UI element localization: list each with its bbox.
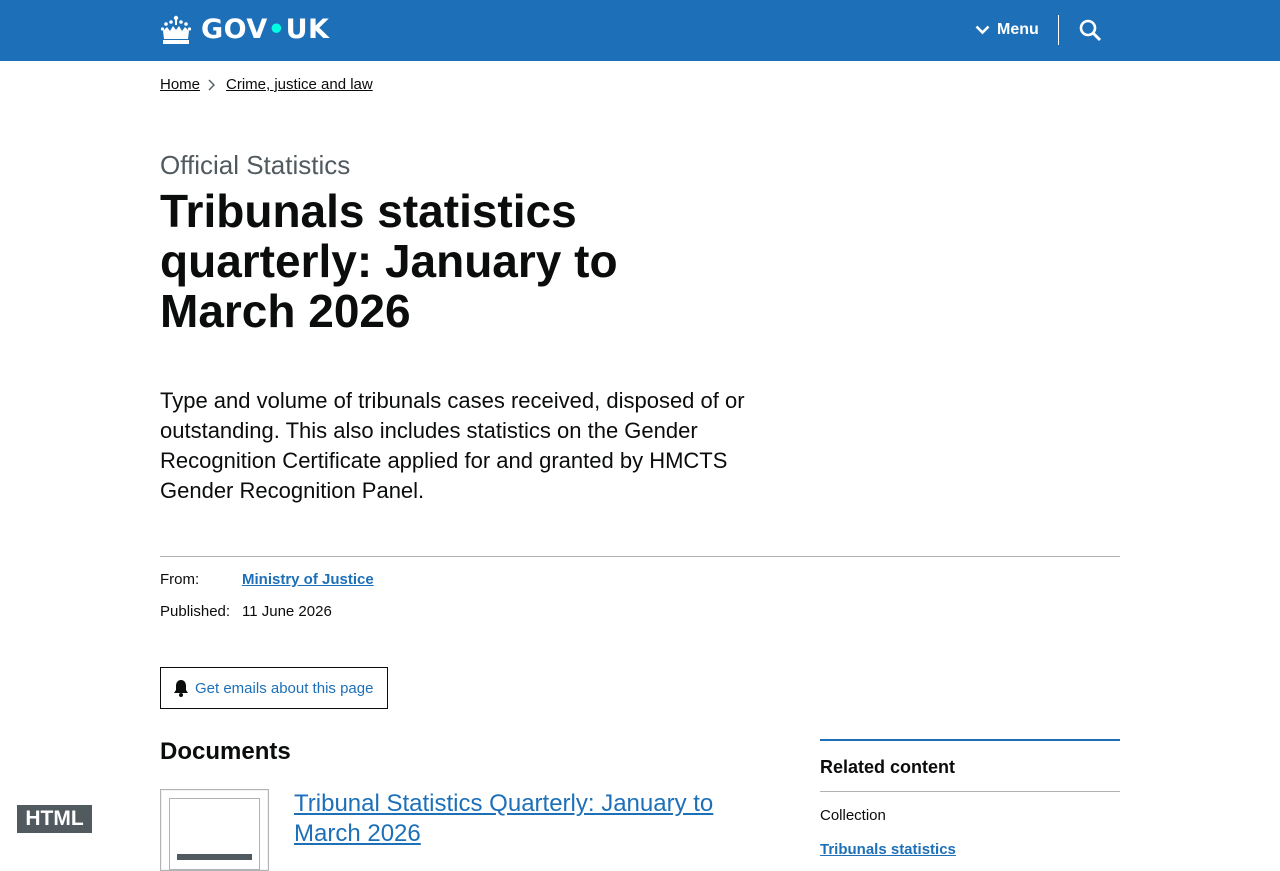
from-organisation-link[interactable]: Ministry of Justice <box>242 571 374 603</box>
chevron-right-icon <box>208 79 216 90</box>
chevron-down-icon <box>975 25 990 35</box>
breadcrumb-crime-justice-law[interactable]: Crime, justice and law <box>226 76 373 93</box>
logo-text-right: UK <box>285 14 330 45</box>
logo-dot: • <box>267 14 286 45</box>
govuk-wordmark: GOV•UK <box>201 12 329 48</box>
breadcrumb: Home Crime, justice and law <box>160 76 373 93</box>
menu-button[interactable]: Menu <box>975 15 1039 45</box>
get-emails-label: Get emails about this page <box>195 679 374 697</box>
related-divider <box>820 791 1120 792</box>
thumbnail-html-label: HTML <box>17 805 92 833</box>
document-link[interactable]: Tribunal Statistics Quarterly: January t… <box>294 789 774 849</box>
thumbnail-line <box>177 854 252 860</box>
page-caption: Official Statistics <box>160 150 351 180</box>
search-icon[interactable] <box>1078 18 1102 42</box>
related-tribunals-statistics-link[interactable]: Tribunals statistics <box>820 841 956 858</box>
menu-label: Menu <box>997 21 1039 38</box>
related-top-border <box>820 739 1120 741</box>
site-header: GOV•UK Menu <box>0 0 1280 61</box>
logo-text-left: GOV <box>201 14 268 45</box>
page-lead: Type and volume of tribunals cases recei… <box>160 388 745 503</box>
published-label: Published: <box>160 603 231 620</box>
bell-icon <box>174 680 188 697</box>
metadata: From: Ministry of Justice Published: 11 … <box>160 571 374 635</box>
section-divider <box>160 556 1120 557</box>
from-label: From: <box>160 571 200 588</box>
metadata-from-row: From: Ministry of Justice <box>160 571 374 603</box>
header-divider <box>1058 15 1059 45</box>
get-emails-button[interactable]: Get emails about this page <box>160 667 388 709</box>
related-collection-label: Collection <box>820 807 886 824</box>
govuk-logo-link[interactable]: GOV•UK <box>160 12 329 48</box>
breadcrumb-home[interactable]: Home <box>160 76 200 93</box>
metadata-published-row: Published: 11 June 2026 <box>160 603 374 635</box>
documents-heading: Documents <box>160 738 291 765</box>
crown-icon <box>160 15 192 44</box>
page-title: Tribunals statistics quarterly: January … <box>160 185 618 337</box>
published-date: 11 June 2026 <box>242 603 332 620</box>
related-content-heading: Related content <box>820 757 956 777</box>
